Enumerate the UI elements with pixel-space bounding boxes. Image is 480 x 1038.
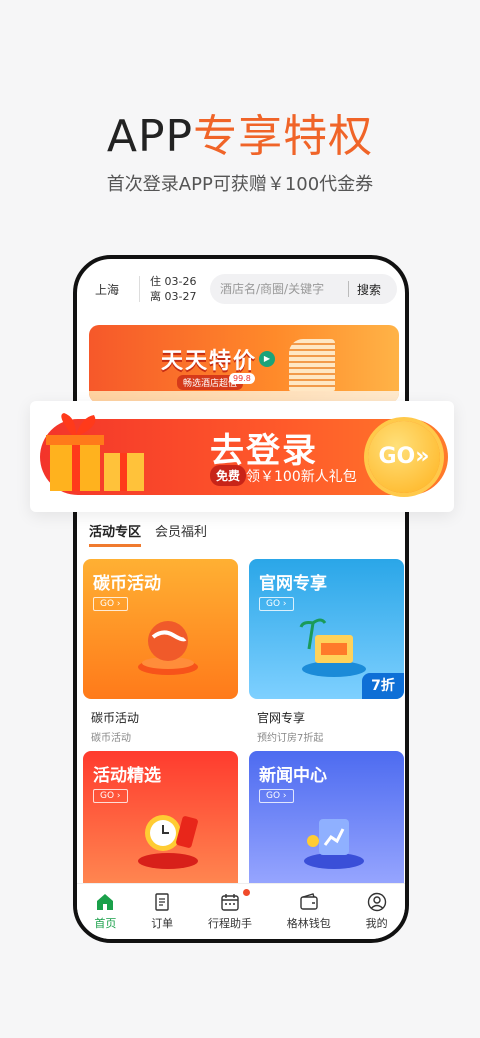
hero-title: APP专享特权	[0, 100, 480, 164]
card-caption: 官网专享	[257, 711, 306, 725]
search-bar: 上海 住 03-26 离 03-27 搜索	[77, 259, 405, 319]
tab-member-benefits[interactable]: 会员福利	[155, 521, 207, 547]
nav-label: 我的	[365, 917, 388, 930]
go-button[interactable]: GO ›	[259, 597, 294, 611]
divider	[139, 276, 140, 302]
phone-frame: 上海 住 03-26 离 03-27 搜索 天天特价 畅选酒店超值 99.8 ▶	[73, 255, 409, 943]
profile-icon	[367, 892, 386, 912]
nav-wallet[interactable]: 格林钱包	[287, 892, 331, 931]
card-desc: 碳币活动	[91, 733, 131, 744]
hero-title-privilege: 专享特权	[193, 111, 374, 162]
hero-subtitle: 首次登录APP可获赠￥100代金券	[106, 174, 374, 195]
calendar-icon	[221, 894, 239, 911]
daily-deal-banner[interactable]: 天天特价 畅选酒店超值 99.8 ▶	[89, 325, 399, 403]
banner-price: 99.8	[229, 373, 255, 384]
card-news-center[interactable]: 新闻中心 GO ›	[249, 751, 404, 891]
card-caption: 碳币活动	[91, 711, 140, 725]
login-subtitle: 领￥100新人礼包	[246, 469, 357, 485]
go-button[interactable]: GO ›	[93, 597, 128, 611]
notification-dot	[242, 889, 250, 896]
go-button[interactable]: GO ›	[259, 789, 294, 803]
bottom-nav: 首页 订单 行程助手 格林钱包 我的	[77, 883, 405, 939]
tab-activity-zone[interactable]: 活动专区	[89, 521, 142, 547]
news-chart-icon	[304, 819, 364, 869]
card-title: 新闻中心	[259, 766, 327, 786]
login-go-button[interactable]: GO»	[368, 421, 440, 493]
search-button[interactable]: 搜索	[357, 281, 381, 298]
card-title: 碳币活动	[93, 574, 161, 594]
page: APP专享特权 首次登录APP可获赠￥100代金券 上海 住 03-26 离 0…	[0, 0, 480, 1038]
discount-badge: 7折	[362, 673, 404, 699]
wallet-icon	[300, 893, 318, 910]
tab-bar: 活动专区 会员福利	[89, 521, 207, 547]
clock-sale-icon	[138, 815, 198, 869]
go-button[interactable]: GO ›	[93, 789, 128, 803]
date-selector[interactable]: 住 03-26 离 03-27	[150, 274, 210, 304]
nav-label: 格林钱包	[286, 917, 331, 930]
search-input[interactable]	[220, 282, 340, 296]
search-box: 搜索	[210, 274, 397, 304]
nav-profile[interactable]: 我的	[366, 892, 388, 931]
free-tag: 免费	[210, 465, 247, 486]
gift-box-icon	[46, 413, 144, 491]
card-official-exclusive[interactable]: 官网专享 GO › 7折	[249, 559, 404, 699]
card-title: 活动精选	[93, 766, 161, 786]
checkin-date: 住 03-26	[150, 275, 197, 288]
home-icon	[97, 894, 114, 910]
card-title: 官网专享	[259, 574, 327, 594]
hero-title-app: APP	[106, 111, 194, 162]
nav-orders[interactable]: 订单	[151, 892, 173, 931]
login-banner[interactable]: 去登录 免费 领￥100新人礼包 GO»	[30, 401, 454, 512]
hotel-island-icon	[299, 618, 366, 677]
city-selector[interactable]: 上海	[95, 281, 139, 298]
nav-label: 行程助手	[207, 917, 252, 930]
nav-home[interactable]: 首页	[94, 892, 116, 931]
nav-label: 订单	[151, 917, 174, 930]
nav-trip-assistant[interactable]: 行程助手	[207, 889, 252, 931]
nav-label: 首页	[94, 917, 117, 930]
banner-title: 天天特价	[161, 349, 258, 374]
card-desc: 预约订房7折起	[257, 733, 324, 744]
phone-screen: 上海 住 03-26 离 03-27 搜索 天天特价 畅选酒店超值 99.8 ▶	[77, 259, 405, 939]
play-icon: ▶	[259, 351, 275, 367]
card-featured-activities[interactable]: 活动精选 GO ›	[83, 751, 238, 891]
divider	[348, 281, 349, 297]
checkout-date: 离 03-27	[150, 290, 197, 303]
card-carbon-activity[interactable]: 碳币活动 GO ›	[83, 559, 238, 699]
order-icon	[155, 893, 169, 911]
hotel-building-image	[289, 339, 335, 391]
globe-gift-icon	[138, 621, 198, 675]
